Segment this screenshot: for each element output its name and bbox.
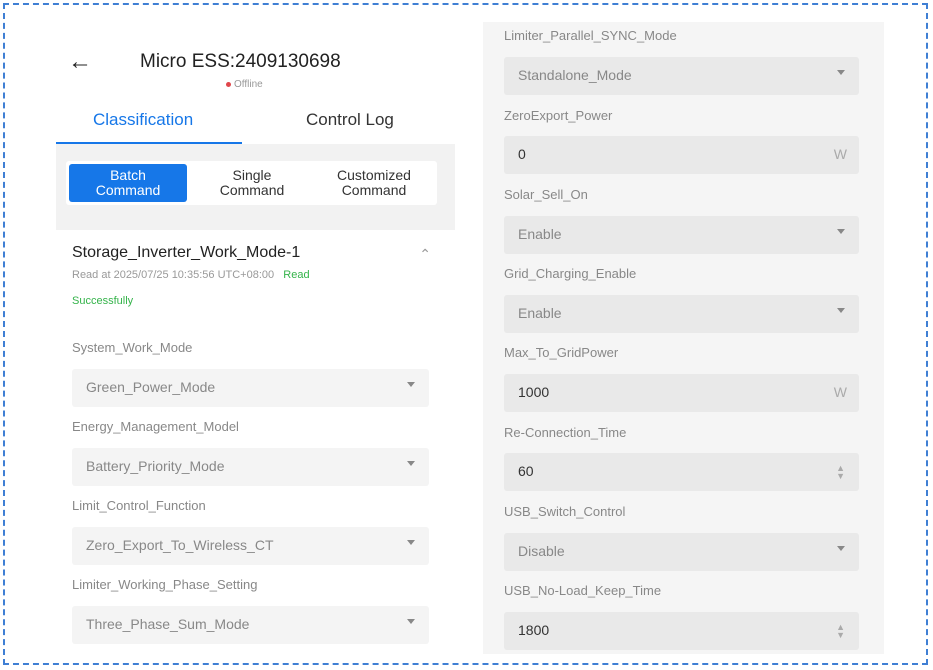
command-type-bar: Batch Command Single Command Customized Com… [56,144,455,230]
field-value: 1000 [518,384,550,400]
arrow-left-icon[interactable]: ← [68,50,92,74]
caret-down-icon [407,461,415,466]
status-badge: Offline [226,79,263,90]
command-type-selector: Batch Command Single Command Customized Com… [66,161,437,205]
unit-label: W [833,146,847,162]
limit-control-function-select[interactable]: Zero_Export_To_Wireless_CT [72,527,429,565]
customized-command-button[interactable]: Customized Command [315,164,433,202]
status-text: Offline [234,79,263,90]
field-label-zeroexport-power: ZeroExport_Power [504,108,613,123]
tab-bar: Classification Control Log [56,106,455,145]
batch-command-line1: Batch [110,167,146,183]
read-status-a: Read [283,269,310,281]
caret-down-icon [407,619,415,624]
stepper-icon[interactable]: ▲ ▼ [836,623,845,640]
usb-no-load-keep-time-input[interactable]: 1800 ▲ ▼ [504,612,859,650]
single-command-line1: Single [232,167,272,183]
max-to-gridpower-input[interactable]: 1000 W [504,374,859,412]
customized-command-line2: Command [341,182,407,198]
status-dot-icon [226,81,231,87]
caret-down-icon [407,540,415,545]
usb-switch-control-select[interactable]: Disable [504,533,859,571]
field-value: Standalone_Mode [518,67,632,83]
customized-command-line1: Customized [337,167,411,183]
read-info: Read at 2025/07/25 10:35:56 UTC+08:00 Re… [72,269,310,281]
caret-down-icon [837,70,845,75]
energy-management-model-select[interactable]: Battery_Priority_Mode [72,448,429,486]
field-label-limiter-working-phase-setting: Limiter_Working_Phase_Setting [72,577,258,592]
field-label-re-connection-time: Re-Connection_Time [504,425,627,440]
caret-down-icon [837,546,845,551]
field-label-max-to-gridpower: Max_To_GridPower [504,345,619,360]
unit-label: W [833,384,847,400]
field-value: Three_Phase_Sum_Mode [86,616,250,632]
field-value: 60 [518,463,534,479]
stepper-icon[interactable]: ▲ ▼ [836,464,845,481]
card-title: Storage_Inverter_Work_Mode-1 [72,244,301,261]
batch-command-line2: Command [95,182,161,198]
caret-down-icon [407,382,415,387]
limiter-parallel-sync-mode-select[interactable]: Standalone_Mode [504,57,859,95]
field-value: Enable [518,226,562,242]
field-label-limit-control-function: Limit_Control_Function [72,498,206,513]
limiter-working-phase-setting-select[interactable]: Three_Phase_Sum_Mode [72,606,429,644]
field-value: Green_Power_Mode [86,379,216,395]
field-value: Battery_Priority_Mode [86,458,225,474]
field-label-system-work-mode: System_Work_Mode [72,340,193,355]
system-work-mode-select[interactable]: Green_Power_Mode [72,369,429,407]
tab-classification[interactable]: Classification [93,110,193,130]
field-label-limiter-parallel-sync-mode: Limiter_Parallel_SYNC_Mode [504,28,677,43]
batch-command-button[interactable]: Batch Command [69,164,187,202]
field-value: Zero_Export_To_Wireless_CT [86,537,274,553]
zeroexport-power-input[interactable]: 0 W [504,136,859,174]
field-label-grid-charging-enable: Grid_Charging_Enable [504,266,637,281]
caret-down-icon [837,308,845,313]
read-status-b: Successfully [72,295,134,307]
device-title: Micro ESS:2409130698 [140,51,341,72]
field-label-energy-management-model: Energy_Management_Model [72,419,239,434]
single-command-line2: Command [219,182,285,198]
field-value: 0 [518,146,526,162]
read-time: Read at 2025/07/25 10:35:56 UTC+08:00 [72,269,275,281]
field-label-usb-switch-control: USB_Switch_Control [504,504,626,519]
grid-charging-enable-select[interactable]: Enable [504,295,859,333]
settings-card: Storage_Inverter_Work_Mode-1 ⌃ Read at 2… [56,230,455,654]
chevron-up-icon[interactable]: ⌃ [419,246,431,263]
caret-down-icon [837,229,845,234]
solar-sell-on-select[interactable]: Enable [504,216,859,254]
single-command-button[interactable]: Single Command [193,164,311,202]
left-panel: ← Micro ESS:2409130698 Offline Classific… [56,22,455,654]
field-label-usb-no-load-keep-time: USB_No-Load_Keep_Time [504,583,662,598]
field-label-solar-sell-on: Solar_Sell_On [504,187,588,202]
re-connection-time-input[interactable]: 60 ▲ ▼ [504,453,859,491]
right-panel: Limiter_Parallel_SYNC_Mode Standalone_Mo… [483,22,884,654]
tab-control-log[interactable]: Control Log [306,110,394,130]
field-value: 1800 [518,622,550,638]
field-value: Enable [518,305,562,321]
field-value: Disable [518,543,565,559]
